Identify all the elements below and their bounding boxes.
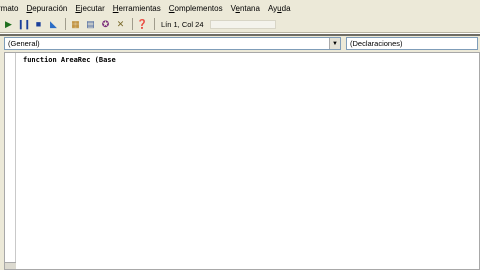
menu-herramientas[interactable]: Herramientas bbox=[109, 4, 165, 13]
view-toggle[interactable] bbox=[5, 262, 16, 269]
menu-depuracion[interactable]: Depuración bbox=[22, 4, 71, 13]
toolbar-separator bbox=[65, 18, 66, 30]
code-editor[interactable]: function AreaRec (Base bbox=[4, 52, 480, 270]
menu-formato[interactable]: rmato bbox=[0, 4, 22, 13]
object-combo-value: (General) bbox=[8, 39, 40, 48]
code-line: function AreaRec (Base bbox=[23, 56, 116, 64]
standard-toolbar: ▶ ❙❙ ■ ◣ ▦ ▤ ✪ ✕ ❓ Lín 1, Col 24 bbox=[0, 16, 480, 33]
menu-ejecutar[interactable]: Ejecutar bbox=[71, 4, 108, 13]
menu-complementos[interactable]: Complementos bbox=[165, 4, 227, 13]
code-window: (General) ▼ (Declaraciones) function Are… bbox=[0, 36, 480, 270]
menu-ayuda[interactable]: Ayuda bbox=[264, 4, 295, 13]
cursor-position-label: Lín 1, Col 24 bbox=[161, 19, 204, 29]
menu-ventana[interactable]: Ventana bbox=[227, 4, 264, 13]
properties-icon[interactable]: ▤ bbox=[84, 18, 97, 31]
chevron-down-icon[interactable]: ▼ bbox=[329, 38, 340, 49]
code-text[interactable]: function AreaRec (Base bbox=[23, 56, 479, 64]
procedure-combo[interactable]: (Declaraciones) bbox=[346, 37, 478, 50]
procedure-combo-value: (Declaraciones) bbox=[350, 39, 403, 48]
help-icon[interactable]: ❓ bbox=[136, 18, 149, 31]
toolbar-separator bbox=[132, 18, 133, 30]
menu-bar: rmato Depuración Ejecutar Herramientas C… bbox=[0, 0, 480, 16]
stop-icon[interactable]: ■ bbox=[32, 18, 45, 31]
play-icon[interactable]: ▶ bbox=[2, 18, 15, 31]
object-browser-icon[interactable]: ✪ bbox=[99, 18, 112, 31]
toolbar-separator bbox=[154, 18, 155, 30]
toolbar-empty-area bbox=[209, 19, 276, 29]
toolbox-icon[interactable]: ✕ bbox=[114, 18, 127, 31]
design-mode-icon[interactable]: ◣ bbox=[47, 18, 60, 31]
project-explorer-icon[interactable]: ▦ bbox=[69, 18, 82, 31]
object-combo[interactable]: (General) ▼ bbox=[4, 37, 341, 50]
margin-indicator-bar bbox=[5, 53, 16, 269]
pause-icon[interactable]: ❙❙ bbox=[17, 18, 31, 31]
